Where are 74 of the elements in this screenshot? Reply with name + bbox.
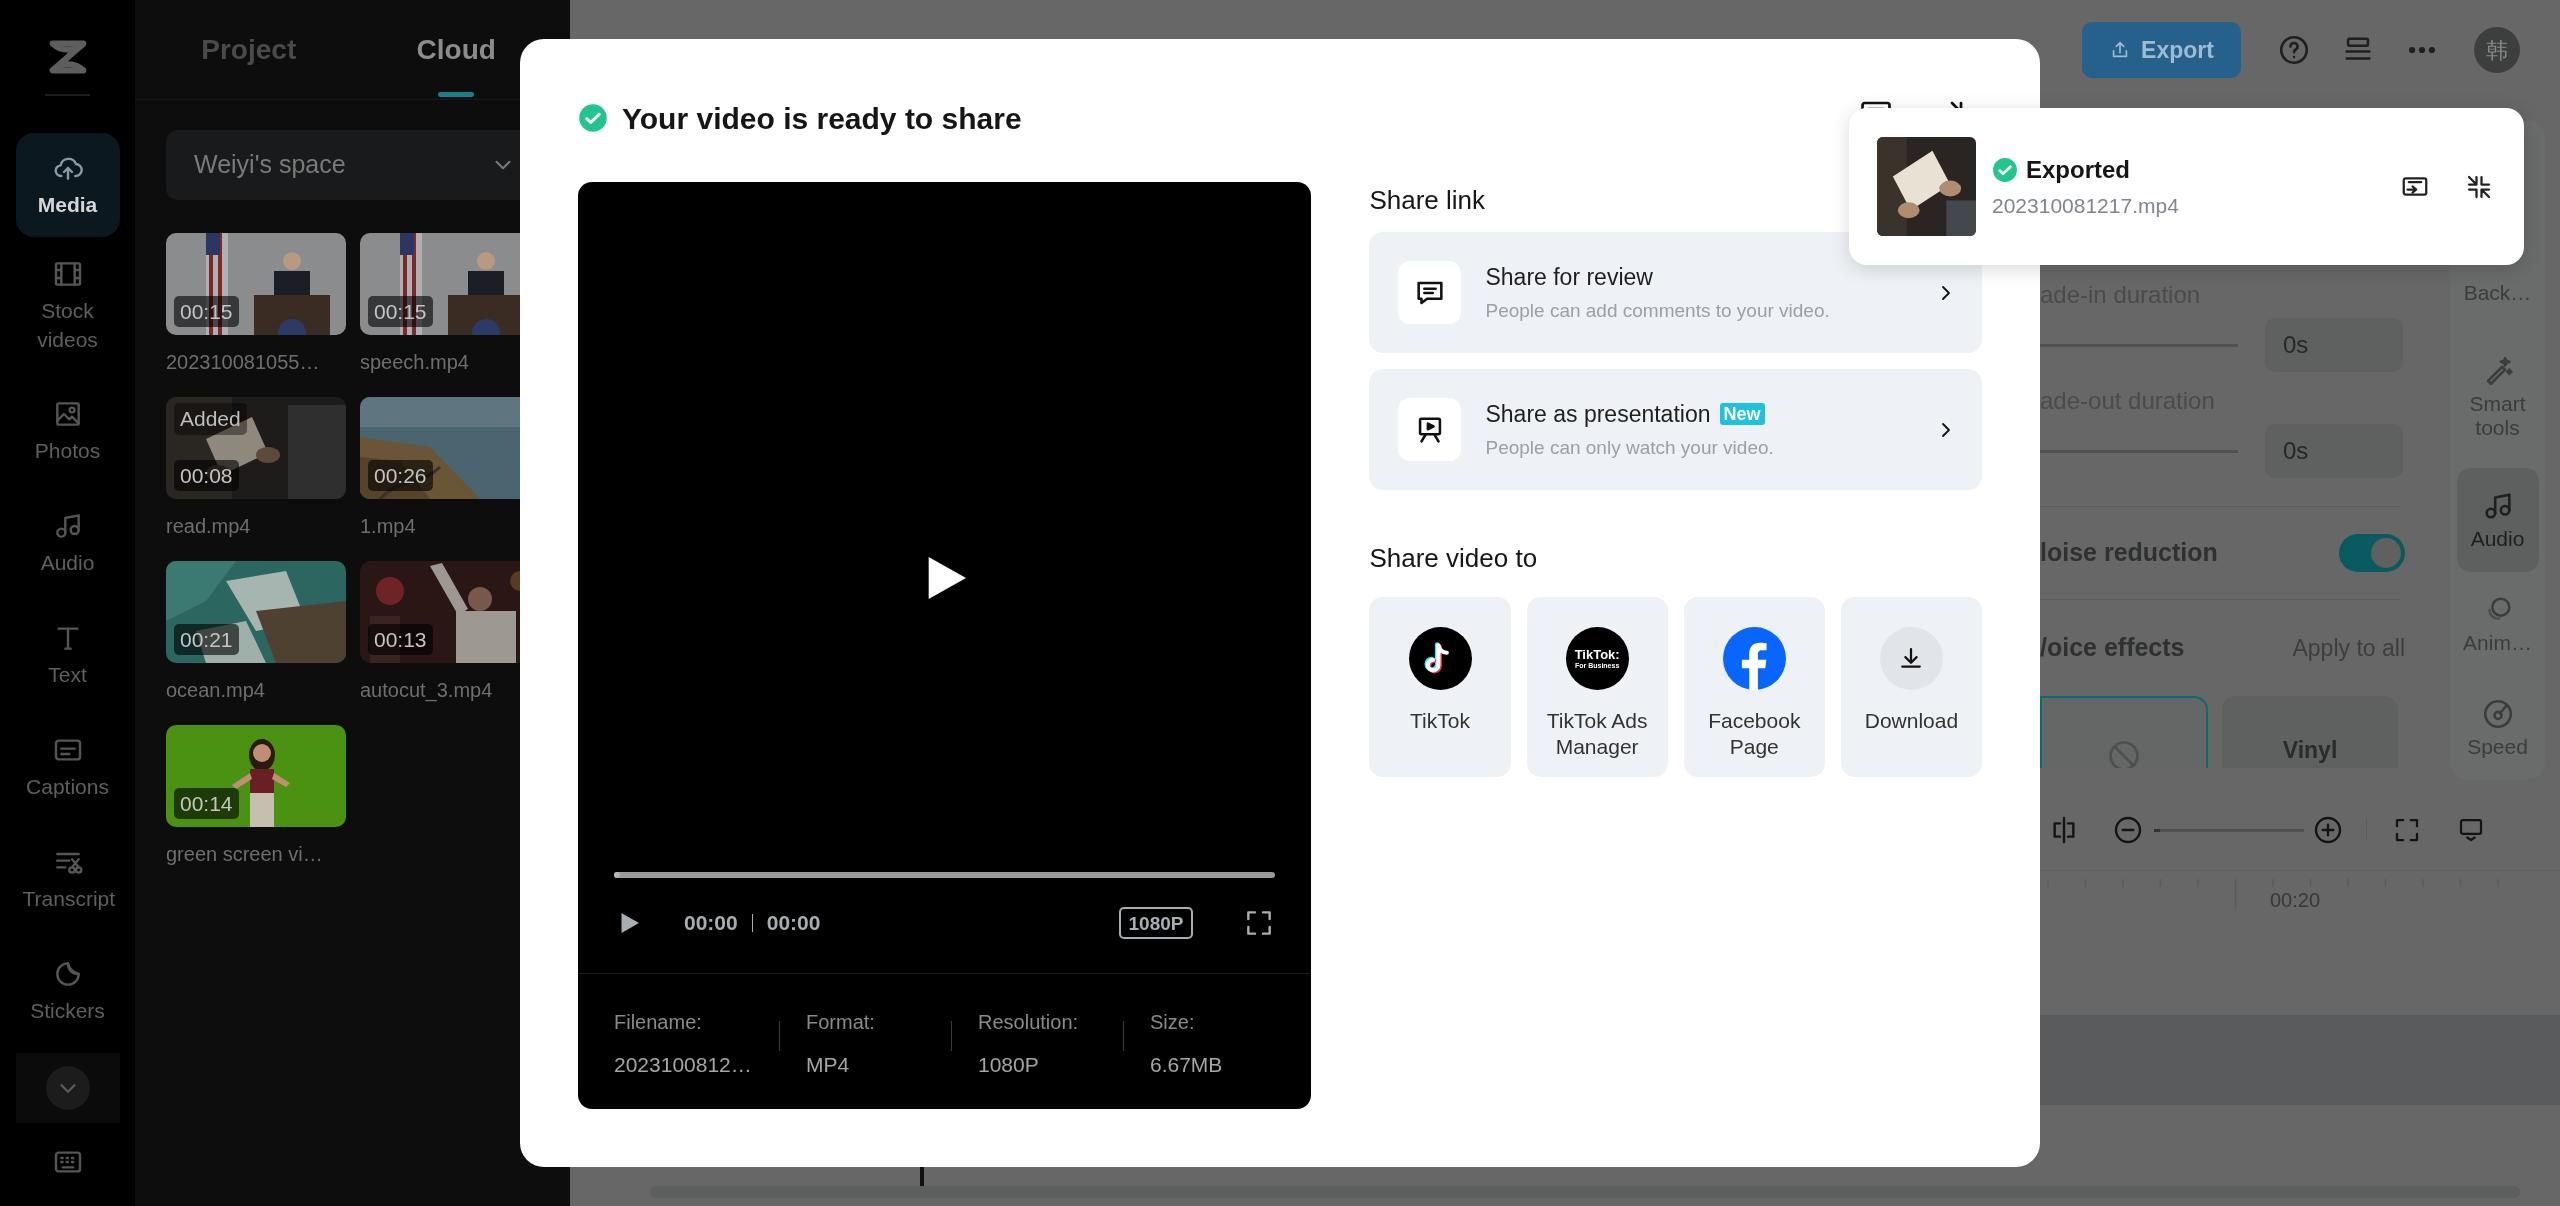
option-description: People can only watch your video. [1485,435,1775,460]
nav-rail-item[interactable]: Photos [15,375,120,487]
media-name: speech.mp4 [360,350,470,375]
f-logo-icon [1722,627,1786,690]
dialog-title: Your video is ready to share [622,100,1022,137]
help-icon[interactable] [2277,33,2311,67]
media-thumbnail[interactable]: 00:14 [166,725,346,827]
music-note-logo-icon [1408,627,1472,690]
info-value: 1080P [978,1052,1040,1078]
info-value: 2023100812… [614,1052,753,1078]
info-label: Size: [1150,1010,1196,1035]
nav-rail-item[interactable]: Audio [15,487,120,599]
nav-rail-item[interactable]: Media [15,133,120,237]
duration-label: 00:15 [368,295,433,327]
right-rail-item[interactable]: Audio [2456,468,2539,572]
share-option[interactable]: Share for review People can add comments to your video. [1369,232,1982,353]
check-circle-icon [1992,156,2018,183]
info-label: Resolution: [978,1010,1080,1035]
toast-filename: 202310081217.mp4 [1992,192,2180,219]
nav-rail-item[interactable]: Stock videos [15,237,120,375]
export-button[interactable]: Export [2082,22,2241,78]
zoom-out-icon[interactable] [2112,814,2144,846]
share-target[interactable]: TikTok [1369,597,1511,777]
noise-reduction-toggle[interactable] [2339,534,2405,572]
section-heading: Share link [1369,184,1487,217]
info-label: Format: [806,1010,876,1035]
panel-tab[interactable]: Project [145,0,353,99]
ban-icon [2106,738,2142,768]
noise-reduction-label: loise reduction [2040,537,2218,569]
info-value: 6.67MB [1150,1052,1224,1078]
duration-label: 00:14 [174,787,239,819]
media-name: read.mp4 [166,514,252,539]
current-time: 00:00 [684,910,738,937]
duration-label: 00:13 [368,623,433,655]
duration-field[interactable]: 0s [2265,424,2403,478]
section-heading: Share video to [1369,542,1539,575]
check-circle-icon [578,103,608,133]
media-name: green screen vi… [166,842,324,867]
panel-tab[interactable]: Cloud [352,0,560,99]
media-thumbnail[interactable]: Added 00:08 [166,397,346,499]
media-name: ocean.mp4 [166,678,266,703]
media-thumbnail[interactable]: 00:15 [166,233,346,335]
share-target[interactable]: Facebook Page [1683,597,1825,777]
nav-rail-item[interactable]: Text [15,599,120,711]
zoom-in-icon[interactable] [2312,814,2344,846]
voice-effects-label: /oice effects [2040,632,2185,664]
user-avatar[interactable]: 韩 [2474,27,2520,73]
nav-rail-item[interactable]: Captions [15,711,120,823]
new-badge: New [1719,403,1765,426]
media-name: 202310081055… [166,350,321,375]
option-title: Share as presentation [1485,400,1711,429]
duration-label: 00:21 [174,623,239,655]
info-label: Filename: [614,1010,703,1035]
chevron-down-icon [59,1083,76,1093]
duration-label: 00:08 [174,459,239,491]
share-option[interactable]: Share as presentation New People can only watch your video. [1369,369,1982,490]
share-target[interactable]: Download [1840,597,1982,777]
nav-rail-item[interactable]: Transcript [15,823,120,935]
toast-title: Exported [2026,154,2130,185]
media-name: 1.mp4 [360,514,417,539]
nav-rail-item[interactable]: Stickers [15,935,120,1047]
option-description: People can add comments to your video. [1485,298,1831,323]
added-badge: Added [174,403,247,435]
total-time: 00:00 [766,910,821,937]
media-name: autocut_3.mp4 [360,678,494,704]
duration-label: 00:26 [368,459,433,491]
duration-field[interactable]: 0s [2265,318,2403,372]
quality-button[interactable]: 1080P [1118,907,1194,939]
info-value: MP4 [806,1052,851,1078]
duration-label: 00:15 [174,295,239,327]
expand-button[interactable] [45,1066,90,1110]
scrollbar[interactable] [650,1186,2520,1198]
media-thumbnail[interactable]: 00:21 [166,561,346,663]
option-title: Share for review [1485,263,1653,292]
